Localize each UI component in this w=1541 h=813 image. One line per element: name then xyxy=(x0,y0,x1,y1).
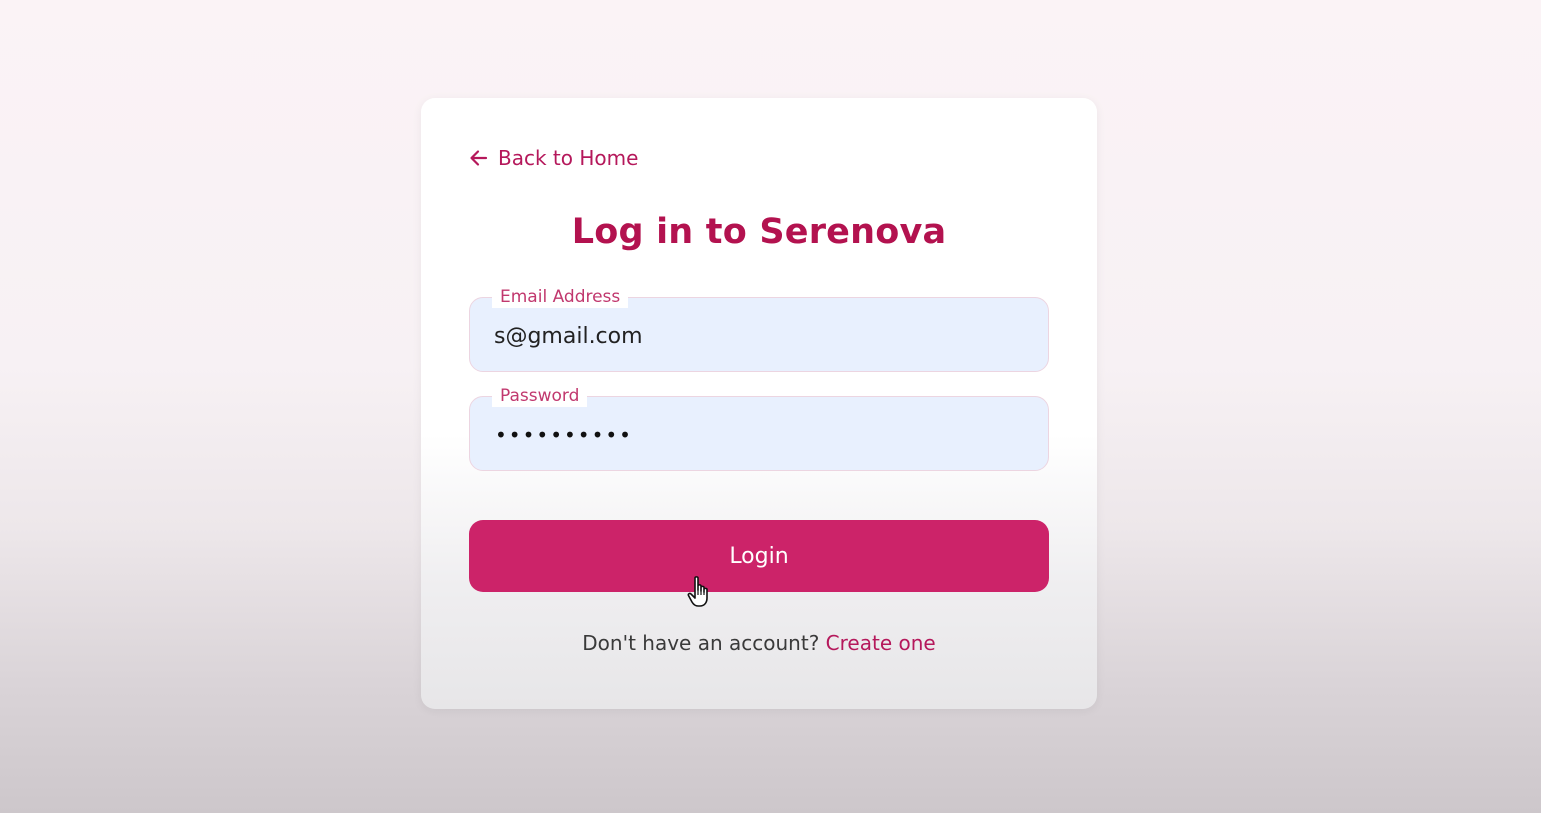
password-field[interactable]: Password •••••••••• xyxy=(469,385,1049,471)
password-label: Password xyxy=(492,385,588,407)
arrow-left-icon xyxy=(469,148,489,168)
signup-prompt-text: Don't have an account? xyxy=(582,631,820,655)
page-title: Log in to Serenova xyxy=(571,212,947,252)
login-button[interactable]: Login xyxy=(469,520,1049,592)
email-field[interactable]: Email Address xyxy=(469,286,1049,372)
password-input[interactable]: •••••••••• xyxy=(495,419,633,451)
email-label: Email Address xyxy=(492,286,629,308)
signup-prompt: Don't have an account? Create one xyxy=(421,631,1097,655)
create-account-link[interactable]: Create one xyxy=(826,631,936,655)
login-card: Back to Home Log in to Serenova Email Ad… xyxy=(421,98,1097,709)
back-to-home-label: Back to Home xyxy=(498,146,639,170)
email-input[interactable] xyxy=(494,320,1028,352)
back-to-home-link[interactable]: Back to Home xyxy=(469,146,638,170)
